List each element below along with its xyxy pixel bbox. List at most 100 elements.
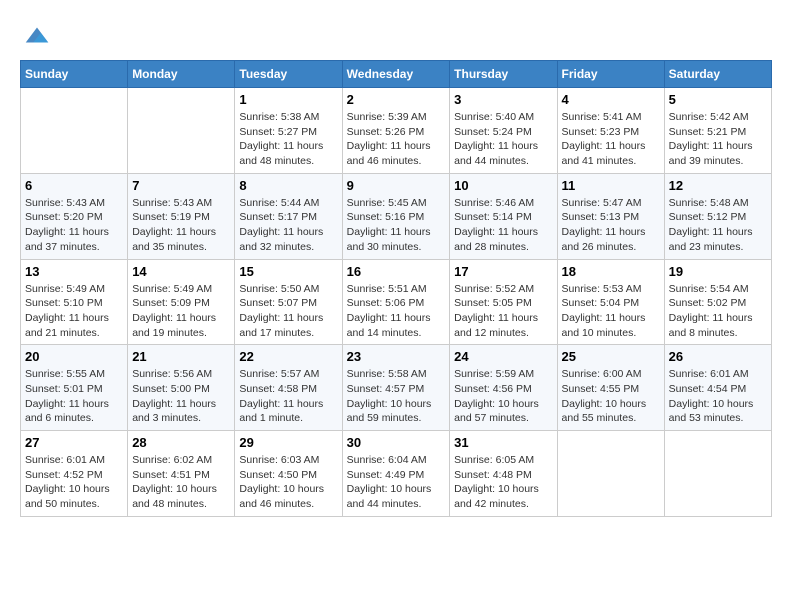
day-info: Sunrise: 5:58 AMSunset: 4:57 PMDaylight:… <box>347 367 446 426</box>
day-number: 12 <box>669 178 767 193</box>
day-number: 13 <box>25 264 123 279</box>
day-number: 16 <box>347 264 446 279</box>
day-info: Sunrise: 5:55 AMSunset: 5:01 PMDaylight:… <box>25 367 123 426</box>
day-number: 1 <box>239 92 337 107</box>
calendar-cell: 29 Sunrise: 6:03 AMSunset: 4:50 PMDayligh… <box>235 431 342 517</box>
day-info: Sunrise: 5:52 AMSunset: 5:05 PMDaylight:… <box>454 282 552 341</box>
calendar-cell: 22Sunrise: 5:57 AMSunset: 4:58 PMDayligh… <box>235 345 342 431</box>
week-row-4: 20 Sunrise: 5:55 AMSunset: 5:01 PMDayligh… <box>21 345 772 431</box>
calendar-cell: 9Sunrise: 5:45 AMSunset: 5:16 PMDaylight… <box>342 173 450 259</box>
calendar-cell: 27 Sunrise: 6:01 AMSunset: 4:52 PMDayligh… <box>21 431 128 517</box>
day-info: Sunrise: 5:40 AMSunset: 5:24 PMDaylight:… <box>454 110 552 169</box>
day-number: 15 <box>239 264 337 279</box>
day-info: Sunrise: 5:38 AMSunset: 5:27 PMDaylight:… <box>239 110 337 169</box>
header-cell-sunday: Sunday <box>21 61 128 88</box>
calendar-cell: 25Sunrise: 6:00 AMSunset: 4:55 PMDayligh… <box>557 345 664 431</box>
calendar-cell: 16Sunrise: 5:51 AMSunset: 5:06 PMDayligh… <box>342 259 450 345</box>
calendar-cell: 4 Sunrise: 5:41 AMSunset: 5:23 PMDaylight… <box>557 88 664 174</box>
day-info: Sunrise: 5:45 AMSunset: 5:16 PMDaylight:… <box>347 196 446 255</box>
day-number: 31 <box>454 435 552 450</box>
day-info: Sunrise: 5:39 AMSunset: 5:26 PMDaylight:… <box>347 110 446 169</box>
day-number: 8 <box>239 178 337 193</box>
day-number: 25 <box>562 349 660 364</box>
day-info: Sunrise: 5:49 AMSunset: 5:09 PMDaylight:… <box>132 282 230 341</box>
day-number: 11 <box>562 178 660 193</box>
day-number: 6 <box>25 178 123 193</box>
header-cell-monday: Monday <box>128 61 235 88</box>
day-number: 10 <box>454 178 552 193</box>
day-number: 18 <box>562 264 660 279</box>
day-number: 23 <box>347 349 446 364</box>
calendar-cell: 24 Sunrise: 5:59 AMSunset: 4:56 PMDayligh… <box>450 345 557 431</box>
day-info: Sunrise: 5:49 AMSunset: 5:10 PMDaylight:… <box>25 282 123 341</box>
header-cell-wednesday: Wednesday <box>342 61 450 88</box>
calendar-cell <box>557 431 664 517</box>
calendar-cell: 23 Sunrise: 5:58 AMSunset: 4:57 PMDayligh… <box>342 345 450 431</box>
day-info: Sunrise: 5:46 AMSunset: 5:14 PMDaylight:… <box>454 196 552 255</box>
calendar-table: SundayMondayTuesdayWednesdayThursdayFrid… <box>20 60 772 517</box>
header-cell-saturday: Saturday <box>664 61 771 88</box>
day-number: 4 <box>562 92 660 107</box>
calendar-cell: 10 Sunrise: 5:46 AMSunset: 5:14 PMDayligh… <box>450 173 557 259</box>
week-row-3: 13 Sunrise: 5:49 AMSunset: 5:10 PMDayligh… <box>21 259 772 345</box>
day-info: Sunrise: 5:59 AMSunset: 4:56 PMDaylight:… <box>454 367 552 426</box>
header-row: SundayMondayTuesdayWednesdayThursdayFrid… <box>21 61 772 88</box>
calendar-cell: 31 Sunrise: 6:05 AMSunset: 4:48 PMDayligh… <box>450 431 557 517</box>
header-cell-friday: Friday <box>557 61 664 88</box>
calendar-cell: 2 Sunrise: 5:39 AMSunset: 5:26 PMDaylight… <box>342 88 450 174</box>
day-info: Sunrise: 5:53 AMSunset: 5:04 PMDaylight:… <box>562 282 660 341</box>
calendar-cell: 18 Sunrise: 5:53 AMSunset: 5:04 PMDayligh… <box>557 259 664 345</box>
week-row-5: 27 Sunrise: 6:01 AMSunset: 4:52 PMDayligh… <box>21 431 772 517</box>
day-number: 30 <box>347 435 446 450</box>
calendar-cell: 21 Sunrise: 5:56 AMSunset: 5:00 PMDayligh… <box>128 345 235 431</box>
day-info: Sunrise: 6:01 AMSunset: 4:52 PMDaylight:… <box>25 453 123 512</box>
calendar-cell: 15 Sunrise: 5:50 AMSunset: 5:07 PMDayligh… <box>235 259 342 345</box>
day-info: Sunrise: 6:01 AMSunset: 4:54 PMDaylight:… <box>669 367 767 426</box>
day-number: 17 <box>454 264 552 279</box>
logo <box>20 20 52 50</box>
week-row-2: 6 Sunrise: 5:43 AMSunset: 5:20 PMDaylight… <box>21 173 772 259</box>
calendar-cell: 28Sunrise: 6:02 AMSunset: 4:51 PMDayligh… <box>128 431 235 517</box>
calendar-cell: 1 Sunrise: 5:38 AMSunset: 5:27 PMDaylight… <box>235 88 342 174</box>
calendar-cell: 26 Sunrise: 6:01 AMSunset: 4:54 PMDayligh… <box>664 345 771 431</box>
day-number: 27 <box>25 435 123 450</box>
day-number: 2 <box>347 92 446 107</box>
calendar-cell <box>21 88 128 174</box>
header-cell-thursday: Thursday <box>450 61 557 88</box>
calendar-cell: 5Sunrise: 5:42 AMSunset: 5:21 PMDaylight… <box>664 88 771 174</box>
day-number: 21 <box>132 349 230 364</box>
calendar-cell: 12 Sunrise: 5:48 AMSunset: 5:12 PMDayligh… <box>664 173 771 259</box>
day-number: 22 <box>239 349 337 364</box>
page-header <box>20 20 772 50</box>
day-number: 26 <box>669 349 767 364</box>
calendar-cell: 19 Sunrise: 5:54 AMSunset: 5:02 PMDayligh… <box>664 259 771 345</box>
week-row-1: 1 Sunrise: 5:38 AMSunset: 5:27 PMDaylight… <box>21 88 772 174</box>
day-number: 19 <box>669 264 767 279</box>
calendar-cell: 11 Sunrise: 5:47 AMSunset: 5:13 PMDayligh… <box>557 173 664 259</box>
calendar-cell <box>128 88 235 174</box>
day-info: Sunrise: 6:04 AMSunset: 4:49 PMDaylight:… <box>347 453 446 512</box>
day-info: Sunrise: 5:43 AMSunset: 5:19 PMDaylight:… <box>132 196 230 255</box>
day-number: 29 <box>239 435 337 450</box>
header-cell-tuesday: Tuesday <box>235 61 342 88</box>
day-number: 24 <box>454 349 552 364</box>
day-info: Sunrise: 5:50 AMSunset: 5:07 PMDaylight:… <box>239 282 337 341</box>
day-info: Sunrise: 5:47 AMSunset: 5:13 PMDaylight:… <box>562 196 660 255</box>
calendar-cell: 13 Sunrise: 5:49 AMSunset: 5:10 PMDayligh… <box>21 259 128 345</box>
calendar-cell: 8 Sunrise: 5:44 AMSunset: 5:17 PMDaylight… <box>235 173 342 259</box>
calendar-cell: 3Sunrise: 5:40 AMSunset: 5:24 PMDaylight… <box>450 88 557 174</box>
day-info: Sunrise: 5:56 AMSunset: 5:00 PMDaylight:… <box>132 367 230 426</box>
day-number: 5 <box>669 92 767 107</box>
day-info: Sunrise: 6:03 AMSunset: 4:50 PMDaylight:… <box>239 453 337 512</box>
day-info: Sunrise: 5:44 AMSunset: 5:17 PMDaylight:… <box>239 196 337 255</box>
day-number: 20 <box>25 349 123 364</box>
day-info: Sunrise: 5:48 AMSunset: 5:12 PMDaylight:… <box>669 196 767 255</box>
day-info: Sunrise: 6:05 AMSunset: 4:48 PMDaylight:… <box>454 453 552 512</box>
calendar-cell: 6 Sunrise: 5:43 AMSunset: 5:20 PMDaylight… <box>21 173 128 259</box>
day-info: Sunrise: 5:43 AMSunset: 5:20 PMDaylight:… <box>25 196 123 255</box>
calendar-cell: 30 Sunrise: 6:04 AMSunset: 4:49 PMDayligh… <box>342 431 450 517</box>
calendar-cell: 14Sunrise: 5:49 AMSunset: 5:09 PMDayligh… <box>128 259 235 345</box>
day-info: Sunrise: 5:41 AMSunset: 5:23 PMDaylight:… <box>562 110 660 169</box>
day-info: Sunrise: 6:02 AMSunset: 4:51 PMDaylight:… <box>132 453 230 512</box>
day-info: Sunrise: 5:54 AMSunset: 5:02 PMDaylight:… <box>669 282 767 341</box>
